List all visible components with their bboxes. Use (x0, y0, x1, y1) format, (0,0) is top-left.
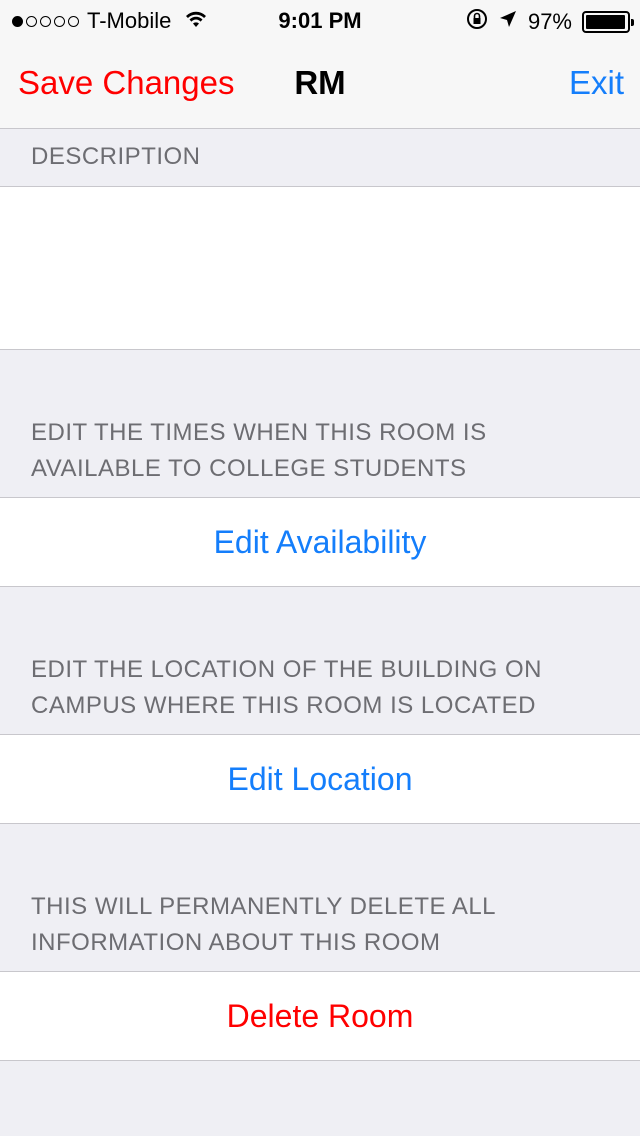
description-cell (0, 186, 640, 350)
delete-header-line1: THIS WILL PERMANENTLY DELETE ALL (31, 893, 497, 920)
description-input[interactable] (0, 187, 640, 349)
delete-header-line2: INFORMATION ABOUT THIS ROOM (31, 929, 441, 956)
location-arrow-icon (498, 9, 518, 35)
status-right: 97% (466, 8, 634, 36)
location-header-line2: CAMPUS WHERE THIS ROOM IS LOCATED (31, 692, 536, 719)
page-title: RM (294, 64, 346, 101)
rotation-lock-icon (466, 8, 488, 36)
availability-header-line2: AVAILABLE TO COLLEGE STUDENTS (31, 455, 467, 482)
availability-header: EDIT THE TIMES WHEN THIS ROOM IS AVAILAB… (31, 415, 487, 487)
description-header: DESCRIPTION (31, 143, 201, 170)
exit-button[interactable]: Exit (569, 64, 624, 102)
battery-percent: 97% (527, 9, 572, 34)
battery-icon (582, 11, 634, 33)
edit-availability-button[interactable]: Edit Availability (0, 497, 640, 587)
location-header: EDIT THE LOCATION OF THE BUILDING ON CAM… (31, 652, 542, 724)
edit-location-button[interactable]: Edit Location (0, 734, 640, 824)
location-header-line1: EDIT THE LOCATION OF THE BUILDING ON (31, 656, 542, 683)
delete-header: THIS WILL PERMANENTLY DELETE ALL INFORMA… (31, 889, 496, 961)
delete-room-button[interactable]: Delete Room (0, 971, 640, 1061)
status-bar: T-Mobile 9:01 PM 97% (0, 0, 640, 40)
navigation-bar: Save Changes RM Exit (0, 40, 640, 128)
availability-header-line1: EDIT THE TIMES WHEN THIS ROOM IS (31, 419, 487, 446)
battery-fill (586, 15, 625, 29)
top-bar: T-Mobile 9:01 PM 97% Save Changes RM Exi… (0, 0, 640, 129)
